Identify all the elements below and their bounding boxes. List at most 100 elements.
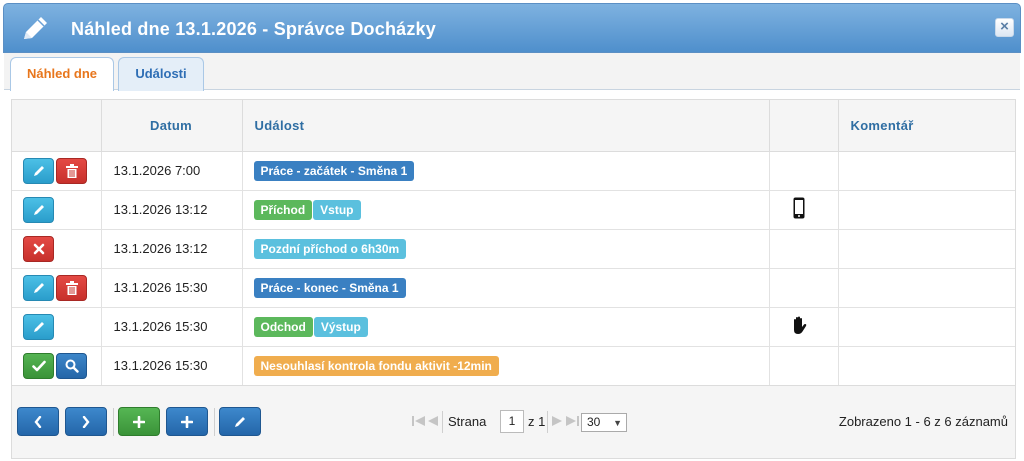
delete-button[interactable] [56,274,87,301]
column-header-komentar[interactable]: Komentář [838,100,1015,152]
pencil-icon [33,282,44,293]
window-title: Náhled dne 13.1.2026 - Správce Docházky [71,19,436,39]
column-header-actions [12,100,102,152]
mobile-phone-icon [793,197,804,219]
next-page-icon[interactable] [552,416,562,426]
event-badge: Odchod [253,316,313,337]
reject-button[interactable] [23,235,54,262]
row-udalost: Příchod Vstup [242,190,770,230]
row-udalost: Práce - konec - Směna 1 [242,268,770,308]
edit-button[interactable] [23,274,54,301]
table-row[interactable]: 13.1.2026 15:30 Odchod Výstup [12,307,1015,347]
prev-button[interactable] [17,407,59,436]
window-titlebar: Náhled dne 13.1.2026 - Správce Docházky … [3,3,1021,53]
next-button[interactable] [65,407,107,436]
column-header-device [769,100,839,152]
prev-page-icon[interactable] [428,416,438,426]
tab-bar: Náhled dne Události [4,53,1020,91]
event-badge: Práce - konec - Směna 1 [253,277,406,298]
row-actions [12,307,102,347]
row-comment [838,151,1015,191]
plus-icon [181,415,193,428]
events-grid: Datum Událost Komentář 13.1.2026 7:00 Pr [11,99,1016,386]
chevron-left-icon [34,415,42,428]
page-count: z 1 [528,414,546,429]
row-comment [838,346,1015,385]
chevron-down-icon: ▼ [613,418,622,428]
row-comment [838,268,1015,308]
first-page-icon[interactable] [412,416,426,426]
event-badge: Práce - začátek - Směna 1 [253,160,415,181]
pencil-icon [33,321,44,332]
row-udalost: Odchod Výstup [242,307,770,347]
row-device [769,229,839,269]
row-udalost: Nesouhlasí kontrola fondu aktivit -12min [242,346,770,385]
row-actions [12,190,102,230]
column-header-udalost[interactable]: Událost [242,100,770,152]
search-button[interactable] [56,352,87,379]
row-comment [838,307,1015,347]
page-label: Strana [448,414,487,429]
delete-button[interactable] [56,157,87,184]
event-badge: Vstup [313,199,361,220]
table-row[interactable]: 13.1.2026 13:12 Příchod Vstup [12,190,1015,230]
row-device [769,190,839,230]
table-row[interactable]: 13.1.2026 7:00 Práce - začátek - Směna 1 [12,151,1015,191]
edit-button[interactable] [23,157,54,184]
toolbar-separator [214,408,215,436]
row-device [769,307,839,347]
edit-button[interactable] [23,313,54,340]
row-udalost: Pozdní příchod o 6h30m [242,229,770,269]
magnifier-icon [65,359,79,373]
add-button[interactable] [118,407,160,436]
rows-per-page-value: 30 [587,415,601,429]
pager-separator [547,411,548,433]
approve-button[interactable] [23,352,54,379]
events-table: Datum Událost Komentář 13.1.2026 7:00 Pr [12,100,1015,385]
edit-button[interactable] [23,196,54,223]
event-badge: Nesouhlasí kontrola fondu aktivit -12min [253,355,499,376]
event-badge: Příchod [253,199,313,220]
checkmark-icon [31,360,46,372]
rows-per-page-select[interactable]: 30 ▼ [581,413,627,432]
row-datum: 13.1.2026 15:30 [101,268,243,308]
event-badge: Výstup [313,316,368,337]
tab-udalosti[interactable]: Události [118,57,204,91]
plus-icon [133,415,145,428]
pager-separator [442,411,443,433]
row-device [769,268,839,308]
row-comment [838,229,1015,269]
column-header-datum[interactable]: Datum [101,100,243,152]
pencil-icon [24,17,47,39]
row-datum: 13.1.2026 15:30 [101,307,243,347]
page-input[interactable]: 1 [500,410,524,433]
row-actions [12,229,102,269]
table-row[interactable]: 13.1.2026 15:30 Práce - konec - Směna 1 [12,268,1015,308]
row-actions [12,151,102,191]
chevron-right-icon [82,415,90,428]
records-info: Zobrazeno 1 - 6 z 6 záznamů [838,414,1008,429]
pencil-icon [235,416,245,427]
row-device [769,346,839,385]
table-row[interactable]: 13.1.2026 15:30 Nesouhlasí kontrola fond… [12,346,1015,385]
grid-footer: Strana 1 z 1 30 ▼ Zobrazeno 1 - 6 z 6 zá… [11,386,1016,459]
toolbar-separator [113,408,114,436]
row-actions [12,346,102,385]
trash-icon [65,163,78,178]
close-button[interactable]: × [995,18,1014,37]
x-icon [33,243,44,254]
row-datum: 13.1.2026 13:12 [101,190,243,230]
last-page-icon[interactable] [565,416,579,426]
event-badge: Pozdní příchod o 6h30m [253,238,407,259]
pencil-icon [33,165,44,176]
row-device [769,151,839,191]
table-row[interactable]: 13.1.2026 13:12 Pozdní příchod o 6h30m [12,229,1015,269]
hand-icon [793,316,806,334]
row-actions [12,268,102,308]
edit-selected-button[interactable] [219,407,261,436]
add-record-button[interactable] [166,407,208,436]
row-comment [838,190,1015,230]
trash-icon [65,280,78,295]
tab-nahled-dne[interactable]: Náhled dne [10,57,114,91]
row-datum: 13.1.2026 7:00 [101,151,243,191]
